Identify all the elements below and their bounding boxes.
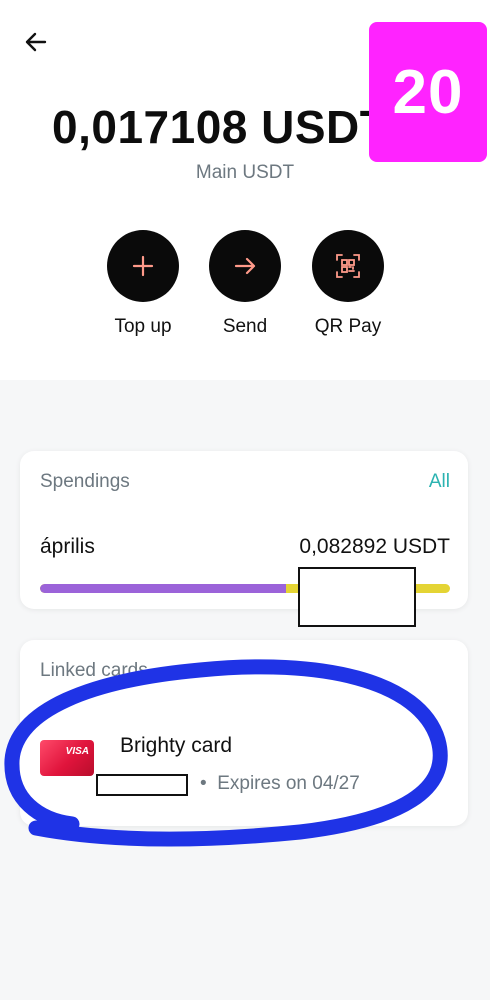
card-brand: VISA [65, 746, 89, 757]
spendings-amount: 0,082892 USDT [299, 535, 450, 558]
linked-cards-title: Linked cards [40, 660, 148, 681]
qr-pay-button[interactable]: QR Pay [296, 230, 400, 338]
number-badge: 20 [369, 22, 487, 162]
qr-icon [336, 254, 360, 278]
arrow-left-icon [25, 32, 47, 52]
all-link[interactable]: All [429, 471, 450, 493]
wallet-name: Main USDT [195, 162, 295, 183]
expiry-text: Expires on 04/27 [217, 773, 360, 794]
back-button[interactable] [20, 26, 52, 58]
spendings-title: Spendings [40, 471, 130, 492]
badge-number: 20 [392, 57, 464, 127]
qr-pay-circle[interactable] [312, 230, 384, 302]
card-expiry: • Expires on 04/27 [200, 773, 360, 795]
top-up-label: Top up [114, 316, 172, 337]
linked-cards-card: Linked cards VISA Brighty card • Expires… [20, 640, 468, 826]
card-name[interactable]: Brighty card [120, 734, 232, 758]
redaction-box [298, 567, 416, 627]
top-up-circle[interactable] [107, 230, 179, 302]
separator-dot: • [200, 773, 207, 794]
send-circle[interactable] [209, 230, 281, 302]
spendings-bar-fill [40, 584, 286, 593]
redaction-box [96, 774, 188, 796]
arrow-right-icon [234, 257, 256, 275]
spendings-card: Spendings All április 0,082892 USDT [20, 451, 468, 627]
qr-pay-label: QR Pay [314, 316, 382, 337]
spendings-month: április [40, 535, 95, 558]
send-button[interactable]: Send [193, 230, 297, 338]
top-up-button[interactable]: Top up [91, 230, 195, 338]
plus-icon [132, 255, 154, 277]
visa-card-icon[interactable]: VISA [40, 740, 94, 776]
send-label: Send [222, 316, 268, 337]
